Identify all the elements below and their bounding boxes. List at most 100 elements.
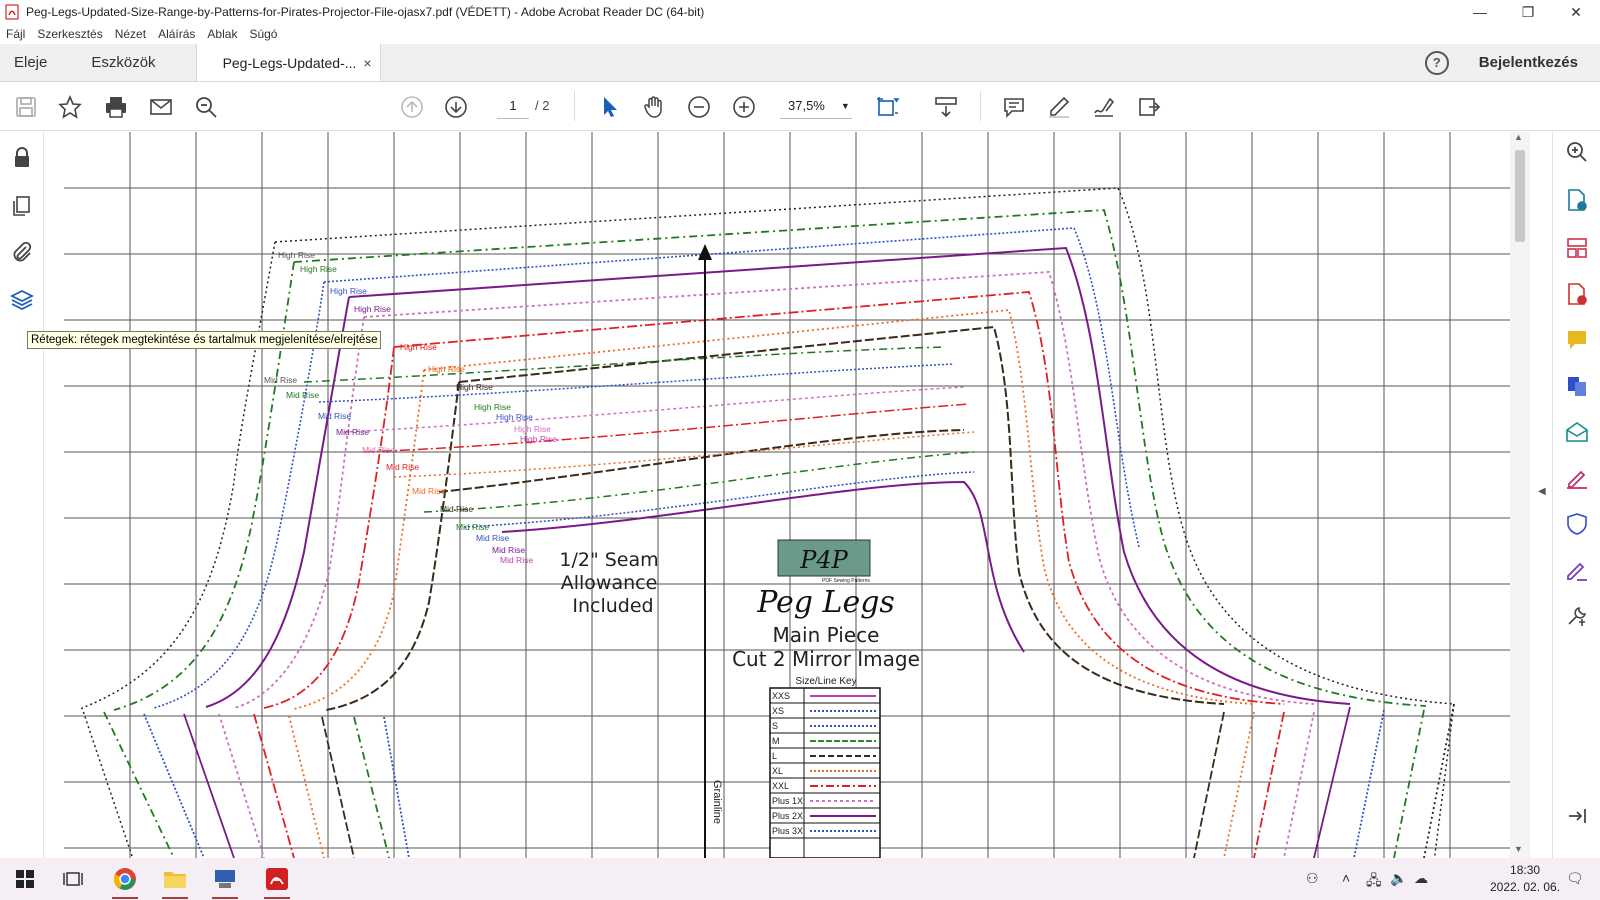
scroll-thumb[interactable] [1515, 150, 1525, 242]
menu-file[interactable]: Fájl [0, 27, 31, 41]
collapse-right-panel-icon[interactable]: ◀ [1538, 486, 1546, 497]
size-outline-blue-dotted [153, 227, 1140, 709]
next-page-icon[interactable] [442, 93, 470, 121]
grainline-label: Grainline [711, 780, 723, 824]
help-icon[interactable]: ? [1424, 50, 1449, 75]
select-cursor-icon[interactable] [596, 93, 624, 121]
size-key-label: XXL [772, 781, 789, 791]
size-key-label: XS [772, 706, 784, 716]
task-view-icon[interactable] [56, 864, 90, 894]
size-key-label: Plus 3X [772, 826, 803, 836]
page-thumbnails-icon[interactable] [10, 194, 34, 218]
document-view[interactable]: Grainline High Rise High Rise High Rise … [44, 132, 1530, 858]
print-icon[interactable] [102, 93, 130, 121]
acrobat-reader-icon[interactable] [260, 864, 294, 899]
logo-text: P4P [799, 546, 848, 574]
zoom-out-icon[interactable] [685, 93, 713, 121]
volume-icon[interactable]: 🔈 [1390, 870, 1407, 887]
windows-taskbar: ⚇ ˄ 🖧 🔈 ☁ 18:30 2022. 02. 06. 🗨 [0, 858, 1600, 900]
onedrive-icon[interactable]: ☁ [1414, 870, 1428, 887]
zoom-level-select[interactable]: 37,5% ▼ [780, 93, 852, 119]
combine-files-icon[interactable] [1565, 374, 1589, 398]
title-bar: Peg-Legs-Updated-Size-Range-by-Patterns-… [0, 0, 1600, 24]
request-signature-icon[interactable] [1565, 558, 1589, 582]
minimize-button[interactable]: — [1456, 0, 1504, 24]
grainline-arrowhead [698, 244, 712, 260]
system-clock[interactable]: 18:30 2022. 02. 06. [1490, 862, 1560, 896]
bookmark-star-icon[interactable] [56, 93, 84, 121]
network-icon[interactable]: 🖧 [1366, 870, 1382, 894]
scroll-down-icon[interactable]: ▼ [1514, 844, 1523, 854]
lock-icon[interactable] [10, 146, 34, 170]
mid-rise-label: Mid Rise [318, 411, 351, 421]
high-rise-label: High Rise [330, 286, 367, 296]
fit-page-icon[interactable] [873, 93, 901, 121]
hand-tool-icon[interactable] [640, 93, 668, 121]
export-pdf-icon[interactable] [1565, 188, 1589, 212]
seam-note-line-2: Allowance [561, 572, 658, 594]
network-app-icon[interactable] [208, 864, 242, 899]
mid-rise-label: Mid Rise [362, 445, 395, 455]
fill-sign-icon[interactable] [1565, 466, 1589, 490]
show-hidden-icons-icon[interactable]: ˄ [1342, 870, 1350, 886]
chrome-icon[interactable] [108, 864, 142, 899]
high-rise-label: High Rise [400, 342, 437, 352]
mid-rise-label: Mid Rise [492, 545, 525, 555]
windows-start-icon[interactable] [8, 864, 42, 894]
protect-icon[interactable] [1565, 512, 1589, 536]
expand-panel-icon[interactable] [1565, 804, 1589, 828]
close-window-button[interactable]: ✕ [1552, 0, 1600, 24]
login-button[interactable]: Bejelentkezés [1479, 54, 1578, 71]
scroll-up-icon[interactable]: ▲ [1514, 132, 1523, 142]
notification-icon[interactable]: 🗨 [1566, 870, 1584, 887]
sign-icon[interactable] [1090, 93, 1118, 121]
send-for-review-icon[interactable] [1565, 420, 1589, 444]
comment-tool-icon[interactable] [1565, 328, 1589, 352]
seam-note-line-1: 1/2" Seam [559, 549, 658, 571]
scroll-mode-icon[interactable] [932, 93, 960, 121]
menu-window[interactable]: Ablak [201, 27, 243, 41]
chevron-down-icon: ▼ [840, 100, 850, 111]
search-icon[interactable] [1565, 140, 1589, 164]
layers-icon[interactable] [10, 288, 34, 312]
attachment-icon[interactable] [10, 240, 34, 264]
menu-edit[interactable]: Szerkesztés [31, 27, 108, 41]
email-icon[interactable] [147, 93, 175, 121]
zoom-level-value: 37,5% [788, 98, 825, 113]
more-tools-icon[interactable] [1565, 604, 1589, 628]
zoom-in-icon[interactable] [730, 93, 758, 121]
size-key-label: M [772, 736, 780, 746]
menu-help[interactable]: Súgó [243, 27, 283, 41]
high-rise-label: High Rise [456, 382, 493, 392]
people-icon[interactable]: ⚇ [1306, 870, 1319, 887]
search-zoom-icon[interactable] [192, 93, 220, 121]
toolbar-separator-2 [980, 91, 981, 121]
page-number-input[interactable]: 1 [497, 93, 529, 119]
menu-sign[interactable]: Aláírás [152, 27, 201, 41]
window-title: Peg-Legs-Updated-Size-Range-by-Patterns-… [26, 5, 705, 19]
previous-page-icon[interactable] [398, 93, 426, 121]
right-tools-panel [1552, 132, 1600, 858]
menu-view[interactable]: Nézet [109, 27, 152, 41]
organize-pages-icon[interactable] [1565, 236, 1589, 260]
restore-button[interactable]: ❐ [1504, 0, 1552, 24]
save-icon[interactable] [12, 93, 40, 121]
share-icon[interactable] [1135, 93, 1163, 121]
tab-document[interactable]: Peg-Legs-Updated-... × [195, 44, 381, 81]
size-key-label: Plus 2X [772, 811, 803, 821]
comment-icon[interactable] [1000, 93, 1028, 121]
create-pdf-icon[interactable] [1565, 282, 1589, 306]
tab-bar: Eleje Eszközök Peg-Legs-Updated-... × ? … [0, 44, 1600, 82]
tab-tools[interactable]: Eszközök [61, 44, 169, 81]
tab-home[interactable]: Eleje [0, 44, 61, 81]
vertical-scrollbar[interactable]: ▲ ▼ [1510, 132, 1530, 858]
highlight-pen-icon[interactable] [1045, 93, 1073, 121]
file-explorer-icon[interactable] [158, 864, 192, 899]
acrobat-app-icon [5, 4, 19, 20]
size-key-label: XL [772, 766, 783, 776]
pattern-page: Grainline High Rise High Rise High Rise … [64, 132, 1530, 858]
tab-document-label: Peg-Legs-Updated-... [222, 54, 357, 71]
tab-spacer [381, 44, 1425, 81]
mid-rise-label: Mid Rise [456, 522, 489, 532]
close-tab-icon[interactable]: × [363, 55, 371, 71]
